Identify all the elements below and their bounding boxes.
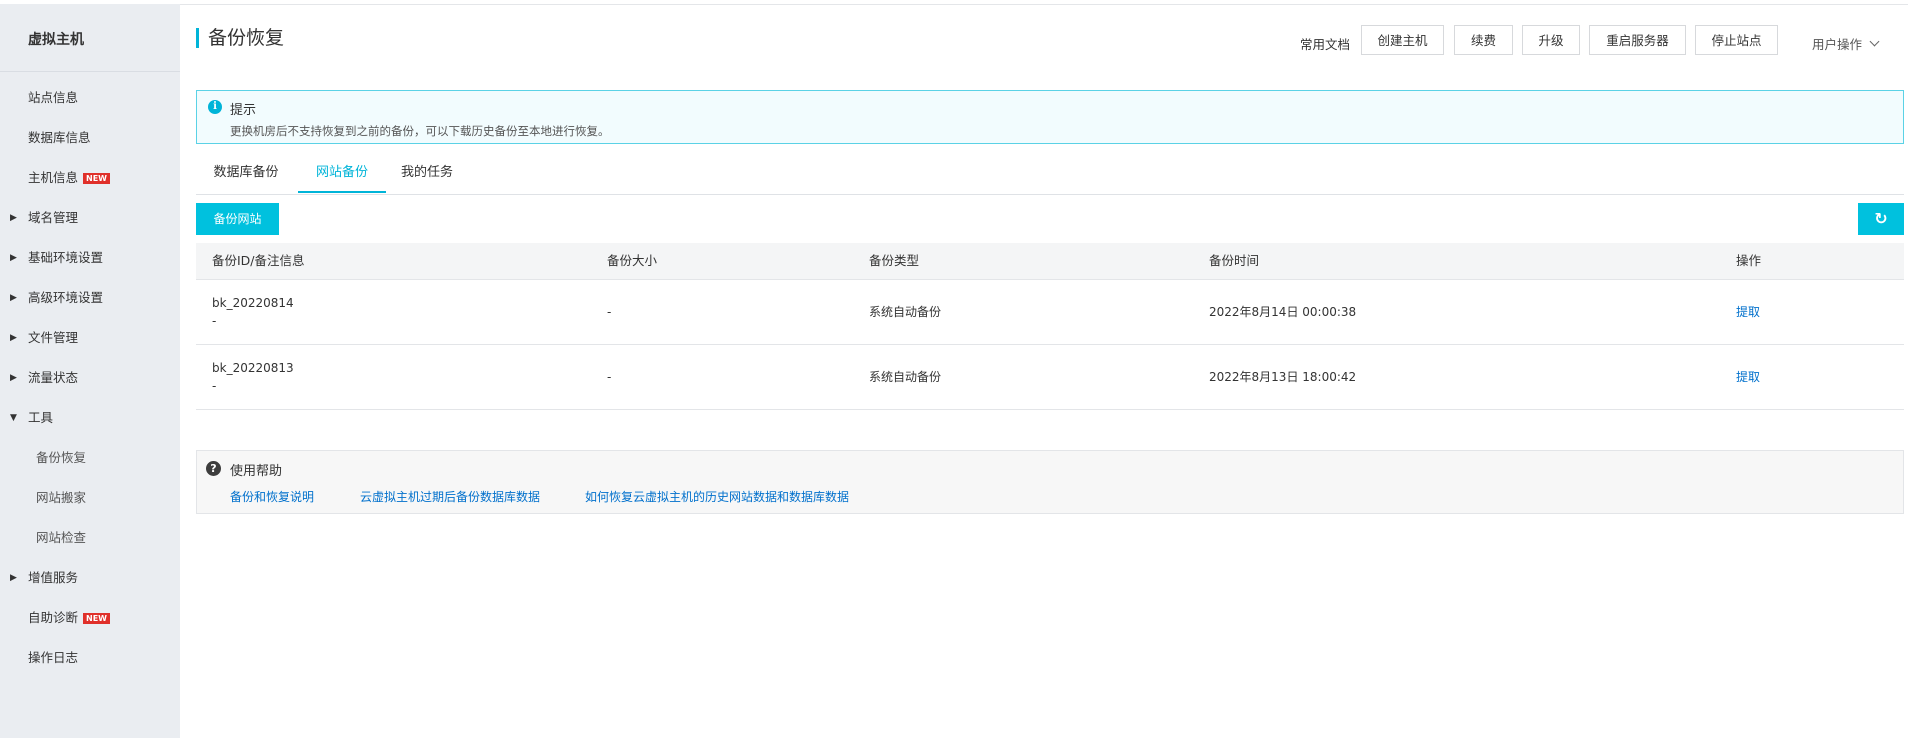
main-content: i 提示 更换机房后不支持恢复到之前的备份，可以下载历史备份至本地进行恢复。 数…	[196, 90, 1904, 514]
stop-site-button[interactable]: 停止站点	[1695, 25, 1778, 55]
common-docs-link[interactable]: 常用文档	[1300, 34, 1350, 53]
help-link-restore-history[interactable]: 如何恢复云虚拟主机的历史网站数据和数据库数据	[585, 488, 849, 505]
sidebar-item-backup-restore[interactable]: 备份恢复	[0, 438, 180, 478]
caret-right-icon: ▶	[10, 373, 17, 383]
help-box: ? 使用帮助 备份和恢复说明 云虚拟主机过期后备份数据库数据 如何恢复云虚拟主机…	[196, 450, 1904, 514]
sidebar-item-label: 自助诊断	[28, 610, 79, 625]
user-menu[interactable]: 用户操作	[1812, 34, 1880, 53]
sidebar-item-advanced-env-settings[interactable]: ▶ 高级环境设置	[0, 278, 180, 318]
backup-note: -	[212, 379, 217, 393]
column-header-id: 备份ID/备注信息	[212, 253, 305, 268]
sidebar-item-label: 站点信息	[28, 90, 79, 105]
sidebar: 虚拟主机 站点信息 数据库信息 主机信息 NEW ▶ 域名管理 ▶ 基础环境设置 ▶ 高…	[0, 4, 180, 738]
tab-my-tasks[interactable]: 我的任务	[392, 156, 462, 193]
upgrade-button[interactable]: 升级	[1522, 25, 1580, 55]
help-icon: ?	[206, 461, 221, 476]
sidebar-item-database-info[interactable]: 数据库信息	[0, 118, 180, 158]
sidebar-item-site-info[interactable]: 站点信息	[0, 78, 180, 118]
notice-box: i 提示 更换机房后不支持恢复到之前的备份，可以下载历史备份至本地进行恢复。	[196, 90, 1904, 144]
sidebar-item-domain-management[interactable]: ▶ 域名管理	[0, 198, 180, 238]
sidebar-item-label: 主机信息	[28, 170, 79, 185]
sidebar-item-label: 网站检查	[36, 530, 87, 545]
tab-database-backup[interactable]: 数据库备份	[196, 156, 296, 193]
backup-time: 2022年8月13日 18:00:42	[1209, 370, 1357, 384]
extract-link[interactable]: 提取	[1736, 280, 1760, 344]
notice-title: 提示	[230, 103, 257, 118]
sidebar-item-site-check[interactable]: 网站检查	[0, 518, 180, 558]
table-header: 备份ID/备注信息 备份大小 备份类型 备份时间 操作	[196, 243, 1904, 280]
caret-right-icon: ▶	[10, 333, 17, 343]
sidebar-item-site-migration[interactable]: 网站搬家	[0, 478, 180, 518]
help-title: 使用帮助	[230, 464, 283, 479]
column-header-size: 备份大小	[607, 253, 658, 268]
caret-right-icon: ▶	[10, 293, 17, 303]
sidebar-item-tools[interactable]: ▼ 工具	[0, 398, 180, 438]
sidebar-item-host-info[interactable]: 主机信息 NEW	[0, 158, 180, 198]
sidebar-item-label: 域名管理	[28, 210, 79, 225]
create-host-button[interactable]: 创建主机	[1361, 25, 1444, 55]
caret-right-icon: ▶	[10, 573, 17, 583]
user-menu-label: 用户操作	[1812, 37, 1863, 52]
caret-right-icon: ▶	[10, 253, 17, 263]
sidebar-item-basic-env-settings[interactable]: ▶ 基础环境设置	[0, 238, 180, 278]
sidebar-item-label: 操作日志	[28, 650, 79, 665]
backup-type: 系统自动备份	[869, 370, 942, 384]
page-header: 备份恢复 常用文档 创建主机 续费 升级 重启服务器 停止站点 用户操作	[180, 4, 1908, 72]
sidebar-item-operation-log[interactable]: 操作日志	[0, 638, 180, 678]
new-badge: NEW	[83, 173, 110, 184]
table-row: bk_20220814 - - 系统自动备份 2022年8月14日 00:00:…	[196, 280, 1904, 345]
notice-text: 更换机房后不支持恢复到之前的备份，可以下载历史备份至本地进行恢复。	[230, 124, 610, 138]
help-link-expired-backup[interactable]: 云虚拟主机过期后备份数据库数据	[360, 488, 540, 505]
column-header-action: 操作	[1736, 253, 1762, 268]
column-header-type: 备份类型	[869, 253, 920, 268]
backup-time: 2022年8月14日 00:00:38	[1209, 305, 1357, 319]
caret-down-icon: ▼	[10, 413, 17, 423]
backup-id-cell: bk_20220814 -	[212, 294, 294, 330]
sidebar-item-label: 数据库信息	[28, 130, 91, 145]
sidebar-item-label: 备份恢复	[36, 450, 87, 465]
column-header-time: 备份时间	[1209, 253, 1260, 268]
backup-size: -	[607, 370, 612, 384]
backup-note: -	[212, 314, 217, 328]
backup-id: bk_20220814	[212, 296, 294, 310]
tab-bar: 数据库备份 网站备份 我的任务	[196, 156, 1904, 195]
sidebar-item-file-management[interactable]: ▶ 文件管理	[0, 318, 180, 358]
sidebar-item-label: 工具	[28, 410, 54, 425]
sidebar-item-traffic-status[interactable]: ▶ 流量状态	[0, 358, 180, 398]
sidebar-item-label: 网站搬家	[36, 490, 87, 505]
backup-website-button[interactable]: 备份网站	[196, 203, 279, 235]
info-icon: i	[208, 100, 222, 114]
sidebar-item-value-added-services[interactable]: ▶ 增值服务	[0, 558, 180, 598]
sidebar-item-label: 基础环境设置	[28, 250, 104, 265]
restart-server-button[interactable]: 重启服务器	[1589, 25, 1686, 55]
refresh-icon[interactable]: ↻	[1858, 203, 1904, 235]
sidebar-item-self-diagnosis[interactable]: 自助诊断 NEW	[0, 598, 180, 638]
backup-id: bk_20220813	[212, 361, 294, 375]
renew-button[interactable]: 续费	[1454, 25, 1513, 55]
backup-type: 系统自动备份	[869, 305, 942, 319]
sidebar-item-label: 流量状态	[28, 370, 79, 385]
sidebar-title: 虚拟主机	[0, 4, 180, 72]
toolbar: 备份网站 ↻	[196, 203, 1904, 243]
tab-website-backup[interactable]: 网站备份	[298, 156, 386, 193]
chevron-down-icon	[1869, 36, 1880, 47]
new-badge: NEW	[83, 613, 110, 624]
backup-id-cell: bk_20220813 -	[212, 359, 294, 395]
caret-right-icon: ▶	[10, 213, 17, 223]
sidebar-item-label: 增值服务	[28, 570, 79, 585]
backup-size: -	[607, 305, 612, 319]
help-link-backup-restore[interactable]: 备份和恢复说明	[230, 488, 314, 505]
sidebar-item-label: 高级环境设置	[28, 290, 104, 305]
backup-table: 备份ID/备注信息 备份大小 备份类型 备份时间 操作 bk_20220814 …	[196, 243, 1904, 410]
sidebar-nav: 站点信息 数据库信息 主机信息 NEW ▶ 域名管理 ▶ 基础环境设置 ▶ 高级环境设置…	[0, 72, 180, 678]
page-title: 备份恢复	[196, 28, 284, 48]
extract-link[interactable]: 提取	[1736, 345, 1760, 409]
sidebar-item-label: 文件管理	[28, 330, 79, 345]
table-row: bk_20220813 - - 系统自动备份 2022年8月13日 18:00:…	[196, 345, 1904, 410]
